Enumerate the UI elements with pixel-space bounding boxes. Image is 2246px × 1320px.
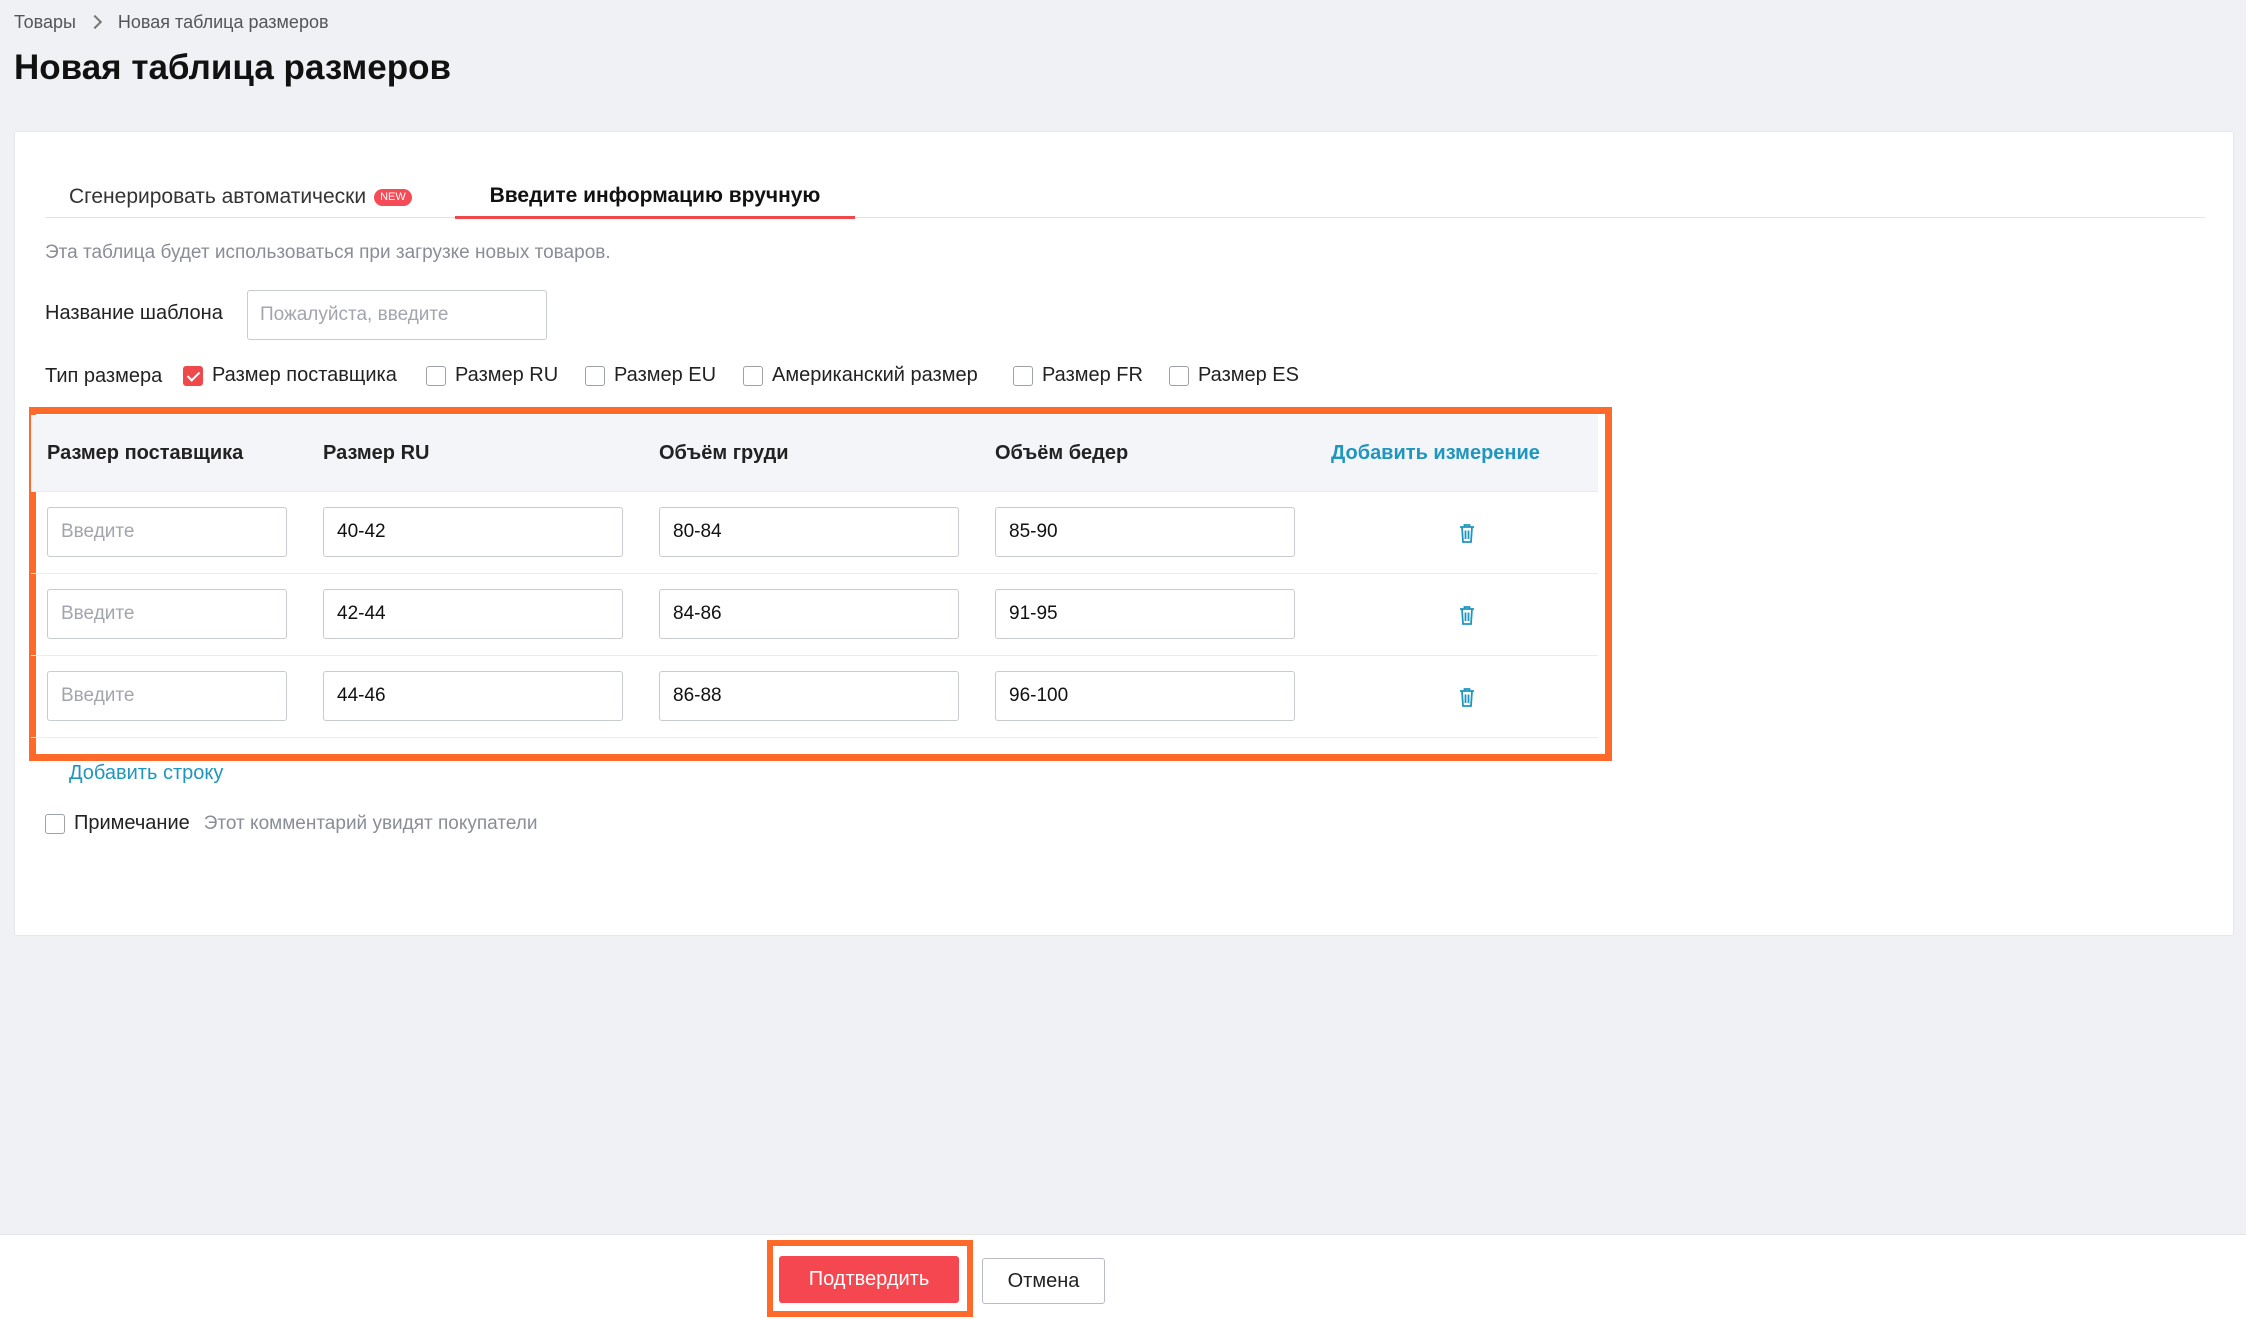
checkbox[interactable] <box>585 365 605 386</box>
add-measurement-link[interactable]: Добавить измерение <box>1331 415 1540 492</box>
trash-icon[interactable] <box>1457 604 1477 626</box>
cancel-button[interactable]: Отмена <box>982 1258 1105 1304</box>
chest-input[interactable] <box>659 589 959 639</box>
size-type-option-ru[interactable]: Размер RU <box>426 364 558 387</box>
size-type-label: Тип размера <box>45 365 163 387</box>
note-option[interactable]: Примечание Этот комментарий увидят покуп… <box>45 812 537 835</box>
page-title: Новая таблица размеров <box>14 48 451 87</box>
ru-size-input[interactable] <box>323 671 623 721</box>
table-usage-hint: Эта таблица будет использоваться при заг… <box>45 242 611 263</box>
size-type-option-es[interactable]: Размер ES <box>1169 364 1299 387</box>
checkbox[interactable] <box>1169 365 1189 386</box>
size-type-option-label: Размер ES <box>1198 364 1299 386</box>
table-header: Размер поставщика Размер RU Объём груди … <box>31 415 1598 492</box>
supplier-size-input[interactable] <box>47 507 287 557</box>
tab-manual-label: Введите информацию вручную <box>489 184 821 207</box>
size-type-option-label: Размер FR <box>1042 364 1143 386</box>
checkbox[interactable] <box>45 813 65 834</box>
hips-input[interactable] <box>995 671 1295 721</box>
ru-size-input[interactable] <box>323 589 623 639</box>
supplier-size-input[interactable] <box>47 671 287 721</box>
ru-size-input[interactable] <box>323 507 623 557</box>
form-card: Сгенерировать автоматически NEW Введите … <box>14 131 2234 936</box>
size-type-option-us[interactable]: Американский размер <box>743 364 978 387</box>
checkbox[interactable] <box>426 365 446 386</box>
tabs: Сгенерировать автоматически NEW Введите … <box>45 176 2205 219</box>
confirm-button[interactable]: Подтвердить <box>779 1256 959 1303</box>
trash-icon[interactable] <box>1457 686 1477 708</box>
new-badge: NEW <box>374 188 412 206</box>
template-name-label: Название шаблона <box>45 302 223 324</box>
size-type-option-fr[interactable]: Размер FR <box>1013 364 1143 387</box>
breadcrumb-current: Новая таблица размеров <box>117 11 329 32</box>
header-ru-size: Размер RU <box>323 442 430 464</box>
table-row <box>31 574 1598 656</box>
size-table: Размер поставщика Размер RU Объём груди … <box>31 415 1598 738</box>
size-type-option-label: Размер EU <box>614 364 717 386</box>
note-label: Примечание <box>74 812 190 834</box>
size-type-option-supplier[interactable]: Размер поставщика <box>183 364 397 387</box>
header-chest: Объём груди <box>659 442 789 464</box>
header-supplier-size: Размер поставщика <box>47 442 244 464</box>
note-hint: Этот комментарий увидят покупатели <box>203 812 538 834</box>
chest-input[interactable] <box>659 507 959 557</box>
chest-input[interactable] <box>659 671 959 721</box>
header-hips: Объём бедер <box>995 442 1129 464</box>
add-row-link[interactable]: Добавить строку <box>69 762 223 785</box>
footer-bar <box>0 1234 2246 1320</box>
tab-auto-label: Сгенерировать автоматически <box>69 185 367 208</box>
size-type-option-label: Американский размер <box>772 364 978 386</box>
table-row <box>31 656 1598 738</box>
size-type-option-eu[interactable]: Размер EU <box>585 364 716 387</box>
size-type-option-label: Размер RU <box>455 364 559 386</box>
table-row <box>31 492 1598 574</box>
breadcrumb-root[interactable]: Товары <box>14 12 76 33</box>
checkbox[interactable] <box>1013 365 1033 386</box>
tab-auto-generate[interactable]: Сгенерировать автоматически NEW <box>45 176 436 218</box>
breadcrumb: Товары Новая таблица размеров <box>14 10 329 34</box>
hips-input[interactable] <box>995 507 1295 557</box>
checkbox[interactable] <box>743 365 763 386</box>
trash-icon[interactable] <box>1457 522 1477 544</box>
hips-input[interactable] <box>995 589 1295 639</box>
chevron-right-icon <box>87 14 102 30</box>
supplier-size-input[interactable] <box>47 589 287 639</box>
template-name-input[interactable] <box>247 290 547 340</box>
size-type-option-label: Размер поставщика <box>212 364 397 386</box>
tab-manual-entry[interactable]: Введите информацию вручную <box>455 176 855 219</box>
checkbox-checked[interactable] <box>183 365 203 386</box>
